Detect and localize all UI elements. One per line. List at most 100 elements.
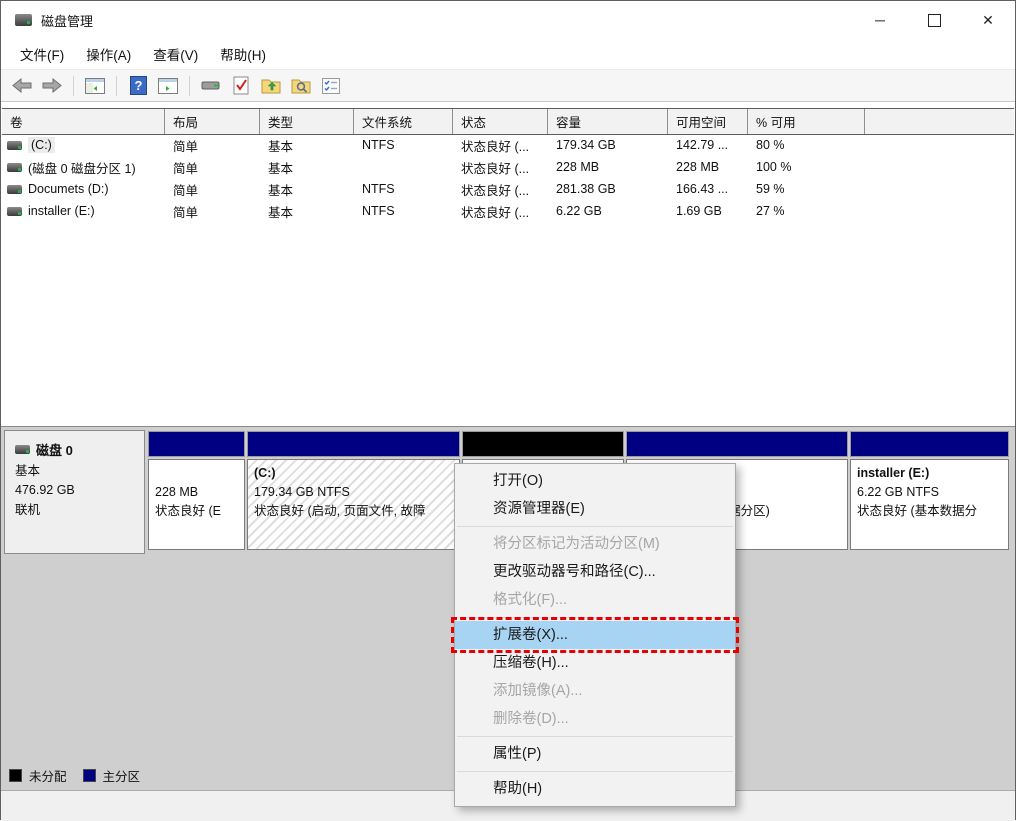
menu-separator	[457, 526, 733, 527]
table-row[interactable]: installer (E:) 简单 基本 NTFS 状态良好 (... 6.22…	[2, 200, 1014, 222]
free-cell: 1.69 GB	[668, 200, 748, 222]
disk-status: 联机	[15, 501, 134, 520]
partition-name: installer (E:)	[857, 464, 1002, 483]
svg-text:?: ?	[134, 78, 142, 93]
column-header-status[interactable]: 状态	[453, 109, 548, 134]
partition-name: (C:)	[254, 464, 453, 483]
menu-help[interactable]: 帮助(H)	[209, 40, 277, 68]
menu-item-add-mirror: 添加镜像(A)...	[455, 677, 735, 705]
status-cell: 状态良好 (...	[453, 178, 548, 200]
forward-icon[interactable]	[39, 74, 65, 98]
menu-item-open[interactable]: 打开(O)	[455, 467, 735, 495]
volume-icon	[7, 207, 22, 216]
toolbar-separator	[189, 76, 190, 96]
maximize-icon	[928, 14, 941, 27]
type-cell: 基本	[260, 134, 354, 156]
table-row[interactable]: (磁盘 0 磁盘分区 1) 简单 基本 状态良好 (... 228 MB 228…	[2, 156, 1014, 178]
menu-separator	[457, 771, 733, 772]
volume-name-cell: (磁盘 0 磁盘分区 1)	[2, 156, 165, 178]
layout-cell: 简单	[165, 134, 260, 156]
capacity-cell: 228 MB	[548, 156, 668, 178]
table-row[interactable]: (C:) 简单 基本 NTFS 状态良好 (... 179.34 GB 142.…	[2, 134, 1014, 156]
menu-item-extend-volume[interactable]: 扩展卷(X)...	[455, 621, 735, 649]
toolbar-separator	[116, 76, 117, 96]
unallocated-swatch	[9, 769, 22, 782]
partition-color-bar	[247, 431, 460, 457]
volume-table-header: 卷 布局 类型 文件系统 状态 容量 可用空间 % 可用	[2, 108, 1014, 135]
volume-name-cell: Documets (D:)	[2, 178, 165, 200]
column-header-capacity[interactable]: 容量	[548, 109, 668, 134]
extend-volume-annotation: 扩展卷(X)...	[455, 621, 735, 649]
menu-item-change-drive-letter[interactable]: 更改驱动器号和路径(C)...	[455, 558, 735, 586]
status-cell: 状态良好 (...	[453, 134, 548, 156]
volume-rows: (C:) 简单 基本 NTFS 状态良好 (... 179.34 GB 142.…	[2, 134, 1014, 222]
maximize-button[interactable]	[907, 1, 961, 39]
volume-icon	[7, 163, 22, 172]
column-header-type[interactable]: 类型	[260, 109, 354, 134]
back-icon[interactable]	[9, 74, 35, 98]
minimize-button[interactable]: ─	[853, 1, 907, 39]
layout-cell: 简单	[165, 156, 260, 178]
rescan-disks-icon[interactable]	[198, 74, 224, 98]
console-tree-icon[interactable]	[82, 74, 108, 98]
column-header-volume[interactable]: 卷	[2, 109, 165, 134]
legend-unallocated: 未分配	[9, 766, 67, 785]
free-cell: 166.43 ...	[668, 178, 748, 200]
window-title: 磁盘管理	[41, 11, 93, 30]
volume-name-cell: installer (E:)	[2, 200, 165, 222]
type-cell: 基本	[260, 178, 354, 200]
disk-type: 基本	[15, 462, 134, 481]
partition-size: 228 MB	[155, 483, 238, 502]
legend: 未分配 主分区	[9, 766, 140, 785]
menu-file[interactable]: 文件(F)	[9, 40, 75, 68]
disk-size: 476.92 GB	[15, 481, 134, 500]
partition-color-bar	[148, 431, 245, 457]
checklist-icon[interactable]	[318, 74, 344, 98]
menu-item-help[interactable]: 帮助(H)	[455, 775, 735, 803]
fs-cell: NTFS	[354, 178, 453, 200]
disk0-info-block[interactable]: 磁盘 0 基本 476.92 GB 联机	[4, 430, 145, 554]
check-document-icon[interactable]	[228, 74, 254, 98]
close-button[interactable]: ✕	[961, 1, 1015, 39]
column-header-free-space[interactable]: 可用空间	[668, 109, 748, 134]
capacity-cell: 179.34 GB	[548, 134, 668, 156]
fs-cell: NTFS	[354, 134, 453, 156]
folder-search-icon[interactable]	[288, 74, 314, 98]
free-cell: 228 MB	[668, 156, 748, 178]
partition-status: 状态良好 (启动, 页面文件, 故障	[254, 502, 453, 521]
menu-item-properties[interactable]: 属性(P)	[455, 740, 735, 768]
action-pane-icon[interactable]	[155, 74, 181, 98]
unallocated-color-bar	[462, 431, 624, 457]
layout-cell: 简单	[165, 200, 260, 222]
menu-action[interactable]: 操作(A)	[75, 40, 142, 68]
menu-view[interactable]: 查看(V)	[142, 40, 209, 68]
partition-size: 6.22 GB NTFS	[857, 483, 1002, 502]
help-icon[interactable]: ?	[125, 74, 151, 98]
context-menu: 打开(O) 资源管理器(E) 将分区标记为活动分区(M) 更改驱动器号和路径(C…	[454, 463, 736, 807]
column-header-layout[interactable]: 布局	[165, 109, 260, 134]
partition-c[interactable]: (C:) 179.34 GB NTFS 状态良好 (启动, 页面文件, 故障	[247, 431, 460, 553]
partition-size: 179.34 GB NTFS	[254, 483, 453, 502]
primary-partition-swatch	[83, 769, 96, 782]
column-header-pct-free[interactable]: % 可用	[748, 109, 865, 134]
volume-list-panel: 卷 布局 类型 文件系统 状态 容量 可用空间 % 可用 (C:) 简单 基本 …	[1, 101, 1015, 427]
menu-item-shrink-volume[interactable]: 压缩卷(H)...	[455, 649, 735, 677]
column-header-blank	[865, 109, 1014, 134]
legend-primary-partition: 主分区	[83, 766, 141, 785]
partition-status: 状态良好 (基本数据分	[857, 502, 1002, 521]
menu-item-explorer[interactable]: 资源管理器(E)	[455, 495, 735, 523]
menu-separator	[457, 617, 733, 618]
menu-separator	[457, 736, 733, 737]
partition-system-reserved[interactable]: 228 MB 状态良好 (E	[148, 431, 245, 553]
partition-status: 状态良好 (E	[155, 502, 238, 521]
pct-cell: 27 %	[748, 200, 865, 222]
fs-cell	[354, 156, 453, 178]
partition-color-bar	[850, 431, 1009, 457]
type-cell: 基本	[260, 200, 354, 222]
menu-item-mark-active: 将分区标记为活动分区(M)	[455, 530, 735, 558]
folder-up-icon[interactable]	[258, 74, 284, 98]
partition-e[interactable]: installer (E:) 6.22 GB NTFS 状态良好 (基本数据分	[850, 431, 1009, 553]
column-header-filesystem[interactable]: 文件系统	[354, 109, 453, 134]
table-row[interactable]: Documets (D:) 简单 基本 NTFS 状态良好 (... 281.3…	[2, 178, 1014, 200]
volume-icon	[7, 185, 22, 194]
